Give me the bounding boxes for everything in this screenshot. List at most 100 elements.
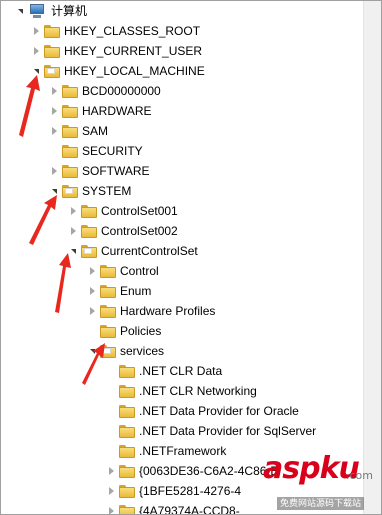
tree-node-currentcontrolset[interactable]: CurrentControlSet xyxy=(68,241,198,261)
toggle-placeholder xyxy=(106,401,116,421)
tree-node-label: {4A79374A-CCD8- xyxy=(139,504,240,514)
tree-node-net-clr-networking[interactable]: .NET CLR Networking xyxy=(106,381,257,401)
folder-icon xyxy=(119,444,135,458)
tree-node-label: services xyxy=(120,344,165,358)
folder-icon xyxy=(100,304,116,318)
watermark-logo: aspku .com 免费网站源码下载站 xyxy=(263,451,381,514)
tree-node-controlset001[interactable]: ControlSet001 xyxy=(68,201,178,221)
folder-icon xyxy=(119,364,135,378)
vertical-scrollbar[interactable] xyxy=(363,1,381,514)
tree-node-label: Control xyxy=(120,264,159,278)
expand-toggle-icon[interactable] xyxy=(31,21,41,41)
tree-node-security[interactable]: SECURITY xyxy=(49,141,143,161)
watermark-subtitle: 免费网站源码下载站 xyxy=(277,497,365,510)
tree-node-label: SYSTEM xyxy=(82,184,132,198)
tree-node-guid-0063de36[interactable]: {0063DE36-C6A2-4C86-E xyxy=(106,461,278,481)
tree-node-bcd00000000[interactable]: BCD00000000 xyxy=(49,81,161,101)
folder-icon xyxy=(100,264,116,278)
folder-icon xyxy=(62,184,78,198)
expand-toggle-icon[interactable] xyxy=(87,301,97,321)
tree-node-computer[interactable]: 计算机 xyxy=(15,1,87,21)
tree-node-software[interactable]: SOFTWARE xyxy=(49,161,150,181)
folder-icon xyxy=(62,124,78,138)
folder-icon xyxy=(119,504,135,514)
tree-node-label: HARDWARE xyxy=(82,104,152,118)
expand-toggle-icon[interactable] xyxy=(68,221,78,241)
tree-node-netframework[interactable]: .NETFramework xyxy=(106,441,226,461)
registry-tree-window: 计算机 HKEY_CLASSES_ROOT HKEY_CURRENT_USER … xyxy=(0,0,382,515)
tree-node-label: .NET Data Provider for Oracle xyxy=(139,404,299,418)
tree-node-guid-4a79374a[interactable]: {4A79374A-CCD8- xyxy=(106,501,240,514)
folder-icon xyxy=(62,164,78,178)
annotation-arrow-icon xyxy=(82,343,105,385)
tree-node-label: 计算机 xyxy=(51,4,88,18)
expand-toggle-icon[interactable] xyxy=(49,101,59,121)
tree-node-label: .NET CLR Data xyxy=(139,364,223,378)
tree-node-label: HKEY_CLASSES_ROOT xyxy=(64,24,201,38)
toggle-placeholder xyxy=(106,441,116,461)
expand-toggle-icon[interactable] xyxy=(87,281,97,301)
tree-node-net-data-provider-sqlserver[interactable]: .NET Data Provider for SqlServer xyxy=(106,421,316,441)
expand-toggle-icon[interactable] xyxy=(68,201,78,221)
tree-node-hardware-profiles[interactable]: Hardware Profiles xyxy=(87,301,215,321)
tree-node-net-data-provider-oracle[interactable]: .NET Data Provider for Oracle xyxy=(106,401,299,421)
tree-node-hkey-current-user[interactable]: HKEY_CURRENT_USER xyxy=(31,41,202,61)
tree-node-net-clr-data[interactable]: .NET CLR Data xyxy=(106,361,222,381)
expand-toggle-icon[interactable] xyxy=(49,161,59,181)
tree-node-label: ControlSet001 xyxy=(101,204,178,218)
folder-icon xyxy=(119,384,135,398)
collapse-toggle-icon[interactable] xyxy=(15,1,25,21)
folder-icon xyxy=(44,44,60,58)
folder-icon xyxy=(62,144,78,158)
tree-node-label: SOFTWARE xyxy=(82,164,150,178)
folder-icon xyxy=(81,204,97,218)
folder-icon xyxy=(119,464,135,478)
tree-node-label: ControlSet002 xyxy=(101,224,178,238)
tree-node-policies[interactable]: Policies xyxy=(87,321,161,341)
annotation-arrow-icon xyxy=(55,253,71,313)
tree-node-label: SECURITY xyxy=(82,144,143,158)
annotation-arrow-icon xyxy=(29,195,57,245)
tree-node-label: .NETFramework xyxy=(139,444,227,458)
tree-node-label: .NET Data Provider for SqlServer xyxy=(139,424,317,438)
folder-icon xyxy=(119,404,135,418)
tree-node-label: HKEY_CURRENT_USER xyxy=(64,44,203,58)
expand-toggle-icon[interactable] xyxy=(106,501,116,514)
expand-toggle-icon[interactable] xyxy=(49,81,59,101)
expand-toggle-icon[interactable] xyxy=(31,41,41,61)
tree-node-label: BCD00000000 xyxy=(82,84,161,98)
watermark-main-text: aspku xyxy=(263,451,360,486)
tree-node-enum[interactable]: Enum xyxy=(87,281,151,301)
tree-node-sam[interactable]: SAM xyxy=(49,121,108,141)
folder-icon xyxy=(100,324,116,338)
tree-node-label: SAM xyxy=(82,124,109,138)
tree-node-guid-1bfe5281[interactable]: {1BFE5281-4276-4 xyxy=(106,481,241,501)
folder-icon xyxy=(44,64,60,78)
folder-icon xyxy=(100,284,116,298)
expand-toggle-icon[interactable] xyxy=(49,121,59,141)
folder-icon xyxy=(81,244,97,258)
tree-node-label: CurrentControlSet xyxy=(101,244,198,258)
folder-icon xyxy=(119,484,135,498)
folder-icon xyxy=(44,24,60,38)
tree-node-label: {1BFE5281-4276-4 xyxy=(139,484,242,498)
tree-node-hardware[interactable]: HARDWARE xyxy=(49,101,152,121)
tree-node-label: .NET CLR Networking xyxy=(139,384,257,398)
tree-node-control[interactable]: Control xyxy=(87,261,159,281)
toggle-placeholder xyxy=(87,321,97,341)
watermark-suffix-text: .com xyxy=(346,469,373,482)
expand-toggle-icon[interactable] xyxy=(87,261,97,281)
computer-icon xyxy=(28,3,46,19)
tree-node-controlset002[interactable]: ControlSet002 xyxy=(68,221,178,241)
tree-node-label: Policies xyxy=(120,324,162,338)
tree-node-hkey-classes-root[interactable]: HKEY_CLASSES_ROOT xyxy=(31,21,200,41)
folder-icon xyxy=(81,224,97,238)
expand-toggle-icon[interactable] xyxy=(106,481,116,501)
tree-node-label: Hardware Profiles xyxy=(120,304,216,318)
tree-node-label: Enum xyxy=(120,284,152,298)
tree-node-label: {0063DE36-C6A2-4C86-E xyxy=(139,464,279,478)
expand-toggle-icon[interactable] xyxy=(106,461,116,481)
tree-node-hkey-local-machine[interactable]: HKEY_LOCAL_MACHINE xyxy=(31,61,205,81)
folder-icon xyxy=(62,84,78,98)
toggle-placeholder xyxy=(49,141,59,161)
